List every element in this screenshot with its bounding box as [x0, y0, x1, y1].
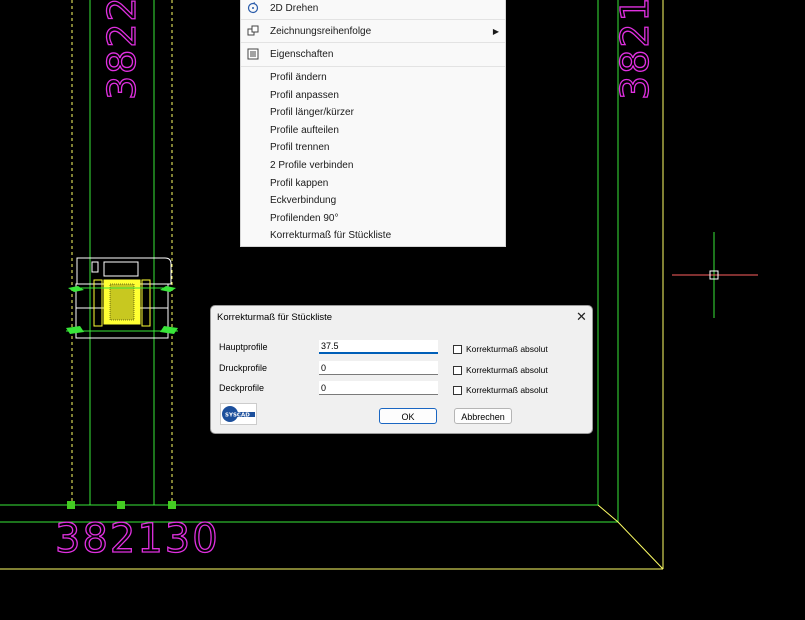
dimension-left-vertical: 3822: [100, 0, 144, 100]
menu-item-label: Profil anpassen: [270, 90, 339, 101]
menu-item-2d-drehen[interactable]: 2D Drehen: [241, 0, 505, 17]
svg-text:SYSCAD: SYSCAD: [225, 413, 250, 419]
druckprofile-input[interactable]: [319, 361, 438, 375]
menu-item-korrekturmass[interactable]: Korrekturmaß für Stückliste: [241, 227, 505, 244]
hauptprofile-input[interactable]: [319, 340, 438, 354]
dimension-right-vertical: 3821: [613, 0, 657, 100]
menu-separator: [241, 66, 505, 67]
submenu-arrow-icon: ▶: [492, 27, 499, 36]
menu-item-zeichnungsreihenfolge[interactable]: Zeichnungsreihenfolge ▶: [241, 23, 505, 40]
hauptprofile-label: Hauptprofile: [219, 342, 268, 352]
menu-item-profil-laenger-kuerzer[interactable]: Profil länger/kürzer: [241, 104, 505, 121]
grip-handle-middle: [117, 501, 125, 509]
menu-item-label: Profil ändern: [270, 72, 327, 83]
menu-item-eigenschaften[interactable]: Eigenschaften: [241, 46, 505, 63]
menu-item-profile-aufteilen[interactable]: Profile aufteilen: [241, 122, 505, 139]
menu-item-label: 2 Profile verbinden: [270, 160, 354, 171]
deckprofile-absolut-checkbox[interactable]: [453, 386, 462, 395]
profile-section-drawing[interactable]: [66, 257, 178, 339]
menu-item-label: Profil länger/kürzer: [270, 107, 354, 118]
checkbox-label: Korrekturmaß absolut: [466, 385, 548, 395]
hauptprofile-absolut-checkbox[interactable]: [453, 345, 462, 354]
menu-item-label: Profil kappen: [270, 178, 329, 189]
druckprofile-absolut-checkbox[interactable]: [453, 366, 462, 375]
menu-item-eckverbindung[interactable]: Eckverbindung: [241, 192, 505, 209]
rotate-2d-icon: [247, 2, 259, 14]
korrekturmass-dialog: Korrekturmaß für Stückliste ✕ Hauptprofi…: [210, 305, 593, 434]
menu-item-profilenden-90[interactable]: Profilenden 90°: [241, 210, 505, 227]
menu-item-label: Profilenden 90°: [270, 213, 339, 224]
menu-item-profil-trennen[interactable]: Profil trennen: [241, 139, 505, 156]
menu-item-label: Profile aufteilen: [270, 125, 339, 136]
menu-item-profil-aendern[interactable]: Profil ändern: [241, 69, 505, 86]
draw-order-icon: [247, 25, 259, 36]
cancel-button[interactable]: Abbrechen: [454, 408, 512, 424]
druckprofile-label: Druckprofile: [219, 363, 268, 373]
checkbox-label: Korrekturmaß absolut: [466, 344, 548, 354]
close-icon[interactable]: ✕: [576, 309, 587, 325]
menu-item-label: Eigenschaften: [270, 49, 334, 60]
dimension-bottom: 382130: [55, 516, 220, 562]
menu-separator: [241, 42, 505, 43]
menu-item-profil-kappen[interactable]: Profil kappen: [241, 175, 505, 192]
syscad-logo: SYSCAD: [220, 403, 257, 425]
menu-item-label: Profil trennen: [270, 142, 330, 153]
grip-handle-right: [168, 501, 176, 509]
deckprofile-input[interactable]: [319, 381, 438, 395]
menu-item-label: Korrekturmaß für Stückliste: [270, 230, 392, 241]
menu-item-2-profile-verbinden[interactable]: 2 Profile verbinden: [241, 157, 505, 174]
menu-item-label: Eckverbindung: [270, 195, 337, 206]
crosshair-cursor-icon: [672, 232, 758, 318]
menu-separator: [241, 19, 505, 20]
menu-item-label: 2D Drehen: [270, 3, 319, 14]
deckprofile-label: Deckprofile: [219, 383, 265, 393]
dialog-title: Korrekturmaß für Stückliste: [217, 312, 333, 323]
checkbox-label: Korrekturmaß absolut: [466, 365, 548, 375]
properties-icon: [247, 48, 259, 60]
menu-item-profil-anpassen[interactable]: Profil anpassen: [241, 87, 505, 104]
ok-button[interactable]: OK: [379, 408, 437, 424]
menu-item-label: Zeichnungsreihenfolge: [270, 26, 372, 37]
grip-handle-left: [67, 501, 75, 509]
context-menu: 2D Drehen Zeichnungsreihenfolge ▶ Eigens…: [240, 0, 506, 247]
